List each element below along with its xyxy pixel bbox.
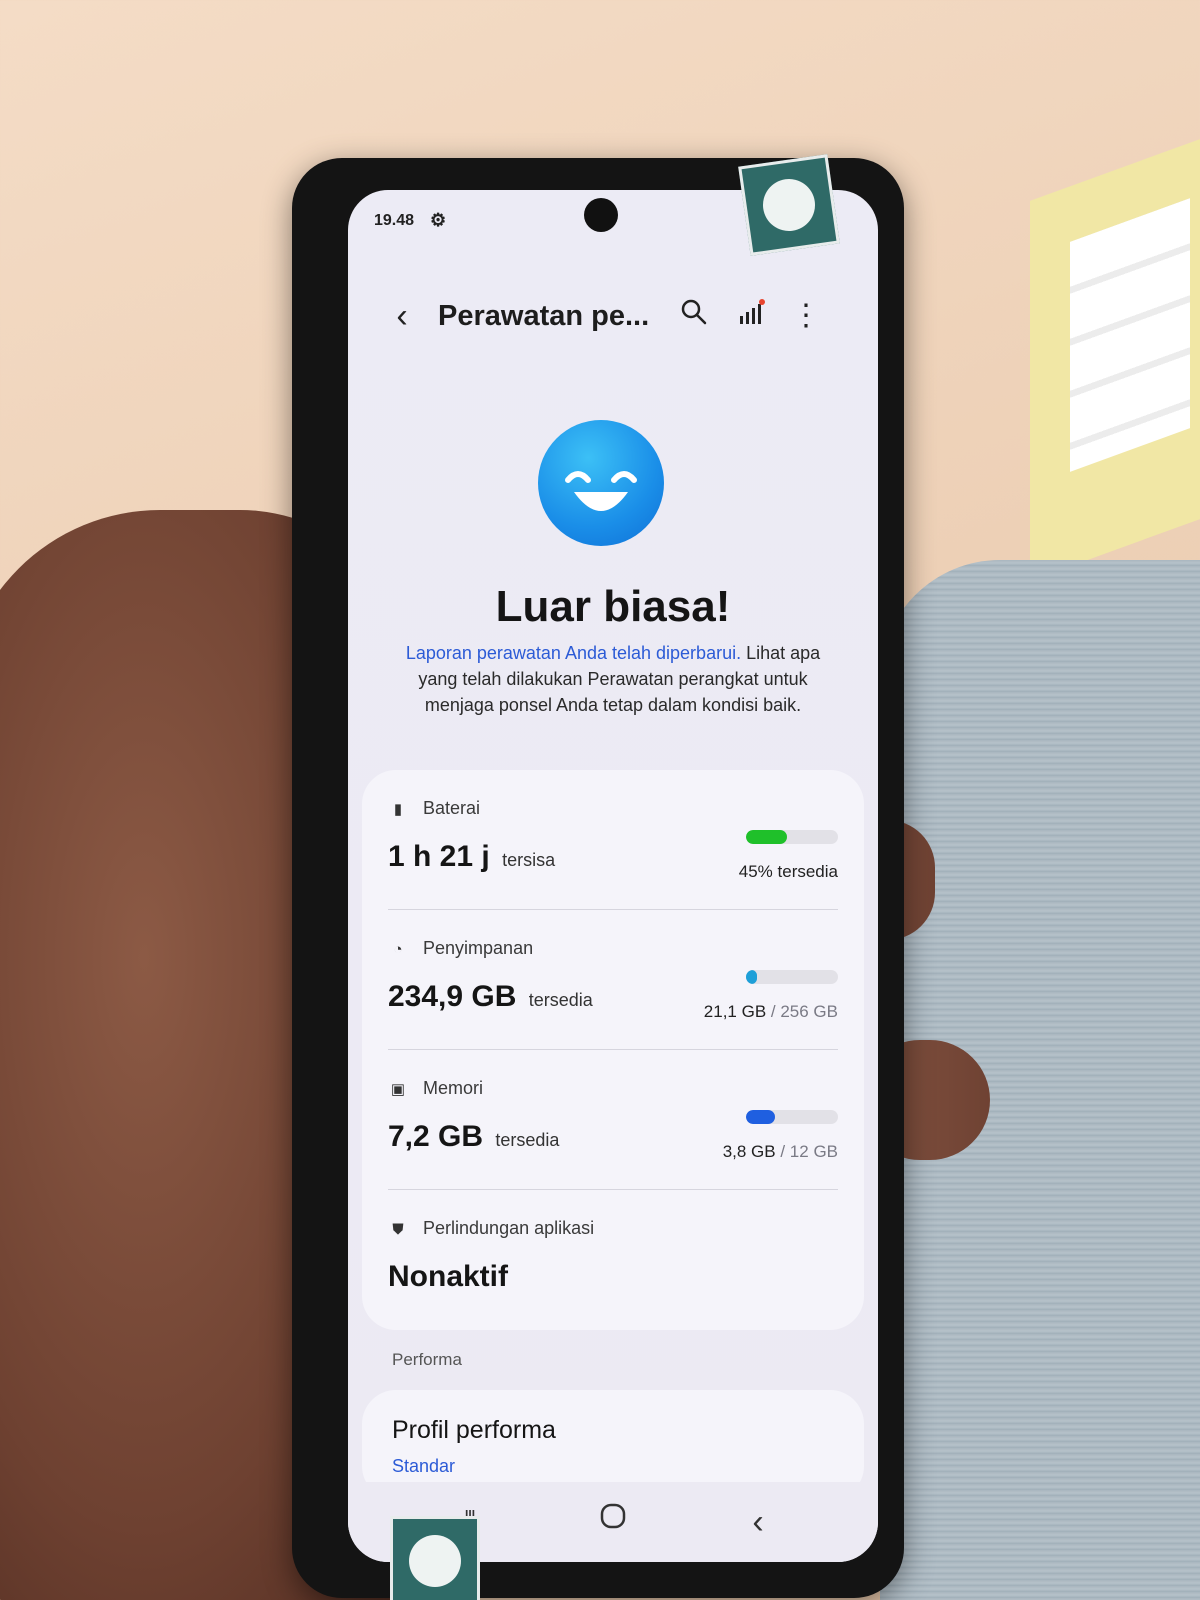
battery-label: Baterai [423,798,481,818]
back-icon: ‹ [752,1503,764,1541]
memory-usage: 3,8 GB / 12 GB [723,1142,838,1162]
battery-icon: ▮ [393,801,403,818]
storage-total: / 256 GB [770,1002,838,1021]
chevron-left-icon: ‹ [396,297,408,335]
signal-bars-icon [740,299,765,324]
app-protection-value: Nonaktif [388,1260,508,1293]
performance-profile-title: Profil performa [392,1416,556,1444]
diagnostics-button[interactable] [734,298,770,334]
logo-sticker [738,154,840,256]
storage-label-line: ◔ Penyimpanan [388,938,533,959]
status-description: Laporan perawatan Anda telah diperbarui.… [398,640,828,718]
storage-usage-bar [746,970,838,984]
battery-value-line: 1 h 21 j tersisa [388,840,555,874]
storage-label: Penyimpanan [423,938,534,958]
gear-icon: ⚙ [430,210,447,230]
battery-row[interactable]: ▮ Baterai 1 h 21 j tersisa 45% tersedia [388,770,838,910]
memory-value: 7,2 GB [388,1120,484,1153]
battery-level-bar [746,830,838,844]
memory-usage-bar [746,1110,838,1124]
battery-available: 45% tersedia [738,862,838,881]
home-button[interactable] [591,1500,635,1544]
background-paper-labels [1070,198,1190,472]
search-button[interactable] [676,298,712,334]
more-options-button[interactable]: ⋮ [788,298,824,334]
storage-used: 21,1 GB [703,1002,767,1021]
storage-row[interactable]: ◔ Penyimpanan 234,9 GB tersedia 21,1 GB … [388,910,838,1050]
app-protection-label-line: ⛊ Perlindungan aplikasi [388,1218,594,1239]
storage-usage: 21,1 GB / 256 GB [704,1002,838,1022]
app-protection-label: Perlindungan aplikasi [423,1218,595,1238]
storage-suffix: tersedia [528,990,593,1010]
front-camera [584,198,618,232]
storage-value-line: 234,9 GB tersedia [388,980,593,1014]
sticker-emblem [759,175,819,235]
app-protection-row[interactable]: ⛊ Perlindungan aplikasi Nonaktif [388,1190,838,1330]
memory-used: 3,8 GB [722,1142,776,1161]
status-time: 19.48 [374,212,415,229]
toolbar: ‹ Perawatan pe... ⋮ [348,288,878,344]
search-icon [681,299,707,325]
memory-label-line: ▣ Memori [388,1078,483,1099]
memory-row[interactable]: ▣ Memori 7,2 GB tersedia 3,8 GB / 12 GB [388,1050,838,1190]
shield-icon: ⛊ [392,1221,404,1238]
status-heading: Luar biasa! [495,582,731,631]
battery-value: 1 h 21 j [388,840,490,873]
memory-value-line: 7,2 GB tersedia [388,1120,559,1154]
home-icon [600,1503,626,1529]
phone-device: 19.48 ⚙ ‹ Perawatan pe... ⋮ Luar biasa! … [292,158,904,1598]
report-link[interactable]: Laporan perawatan Anda telah diperbarui. [406,643,741,663]
storage-value: 234,9 GB [388,980,517,1013]
back-button[interactable]: ‹ [382,296,422,336]
smiley-face-icon [538,420,664,546]
phone-screen: 19.48 ⚙ ‹ Perawatan pe... ⋮ Luar biasa! … [348,190,878,1562]
memory-suffix: tersedia [495,1130,560,1150]
more-vertical-icon: ⋮ [791,299,821,332]
page-title: Perawatan pe... [438,300,650,332]
storage-usage-fill [746,970,758,984]
memory-usage-fill [746,1110,776,1124]
memory-label: Memori [423,1078,484,1098]
pie-chart-icon: ◔ [393,941,403,958]
nav-back-button[interactable]: ‹ [736,1500,780,1544]
performance-profile-value: Standar [392,1456,456,1476]
battery-level-fill [746,830,788,844]
device-status-card: ▮ Baterai 1 h 21 j tersisa 45% tersedia … [362,770,864,1330]
memory-chip-icon: ▣ [390,1081,406,1098]
battery-label-line: ▮ Baterai [388,798,480,819]
logo-sticker [390,1516,480,1600]
battery-suffix: tersisa [502,850,556,870]
memory-total: / 12 GB [780,1142,838,1161]
sticker-emblem [409,1535,461,1587]
performance-section-label: Performa [392,1350,462,1369]
